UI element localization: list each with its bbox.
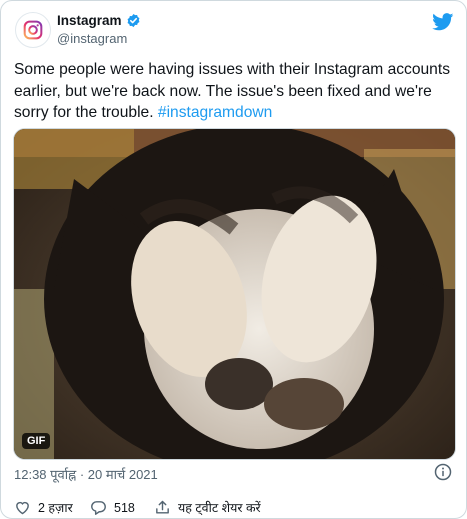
twitter-bird-icon[interactable]	[432, 13, 454, 31]
share-icon	[156, 500, 169, 514]
verified-badge-icon	[127, 13, 139, 28]
like-button[interactable]: 2 हज़ार	[14, 499, 73, 516]
account-name-label: Instagram	[57, 13, 122, 28]
gif-image	[14, 129, 455, 459]
like-count: 2 हज़ार	[38, 501, 73, 515]
reply-count: 518	[114, 500, 135, 515]
tweet-timestamp[interactable]: 12:38 पूर्वाह्न · 20 मार्च 2021	[14, 465, 158, 483]
share-label: यह ट्वीट शेयर करें	[178, 501, 261, 515]
info-icon[interactable]	[434, 463, 452, 481]
gif-media[interactable]: GIF	[13, 128, 456, 460]
reply-icon	[91, 501, 106, 515]
gif-badge: GIF	[22, 433, 51, 449]
instagram-logo-icon	[23, 20, 43, 40]
share-button[interactable]: यह ट्वीट शेयर करें	[154, 499, 261, 516]
account-handle[interactable]: @instagram	[57, 31, 127, 46]
heart-icon	[16, 501, 29, 515]
account-name[interactable]: Instagram	[57, 13, 141, 28]
reply-button[interactable]: 518	[90, 499, 135, 516]
avatar[interactable]	[15, 12, 51, 48]
tweet-card: Instagram @instagram Some people were ha…	[0, 0, 467, 519]
hashtag-link[interactable]: #instagramdown	[158, 104, 272, 121]
tweet-text: Some people were having issues with thei…	[14, 59, 454, 124]
action-bar: 2 हज़ार 518 यह ट्वीट शेयर करें	[1, 489, 466, 517]
